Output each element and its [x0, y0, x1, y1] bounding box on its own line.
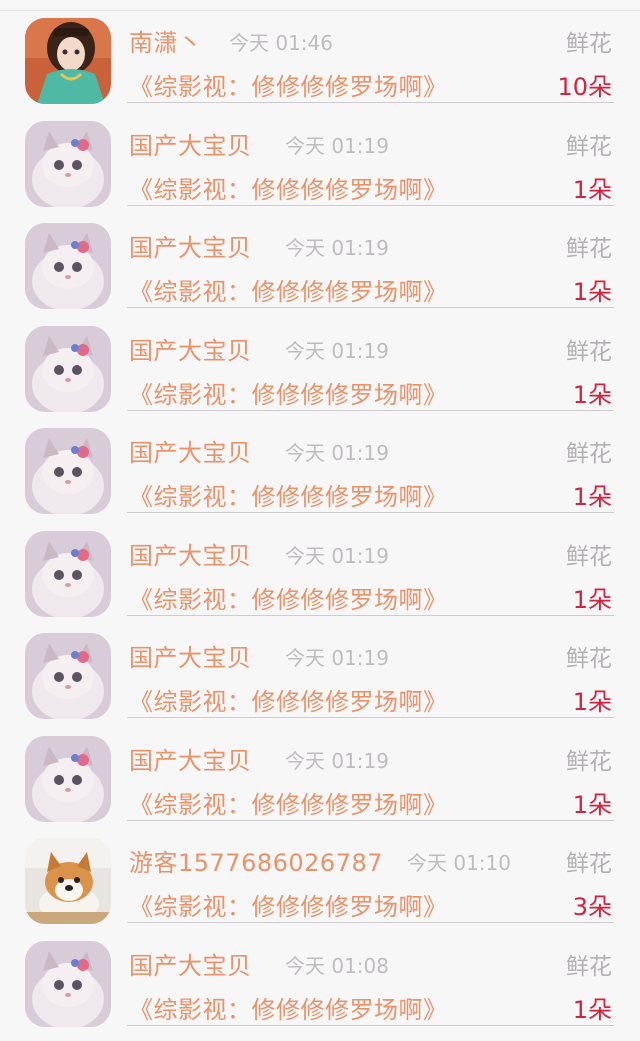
gift-type: 鲜花: [566, 646, 612, 672]
gift-count: 1朵: [572, 175, 612, 204]
send-time: 今天 01:19: [285, 543, 389, 568]
book-title[interactable]: 《综影视：修修修修罗场啊》: [129, 785, 448, 820]
sender-name[interactable]: 国产大宝贝: [129, 741, 252, 776]
row-divider: [127, 204, 614, 206]
sender-name[interactable]: 国产大宝贝: [129, 946, 252, 981]
book-title[interactable]: 《综影视：修修修修罗场啊》: [129, 580, 448, 615]
list-item[interactable]: 国产大宝贝 今天 01:19 鲜花 《综影视：修修修修罗场啊》 1朵: [0, 119, 640, 222]
list-item[interactable]: 国产大宝贝 今天 01:19 鲜花 《综影视：修修修修罗场啊》 1朵: [0, 221, 640, 324]
sender-name[interactable]: 国产大宝贝: [129, 638, 252, 673]
list-item[interactable]: 国产大宝贝 今天 01:19 鲜花 《综影视：修修修修罗场啊》 1朵: [0, 734, 640, 837]
gift-record-list: 南潇丶 今天 01:46 鲜花 《综影视：修修修修罗场啊》 10朵 国产大宝贝 …: [0, 16, 640, 1041]
kitten-avatar[interactable]: [25, 633, 111, 719]
sender-name[interactable]: 国产大宝贝: [129, 536, 252, 571]
row-divider: [127, 922, 614, 923]
book-title[interactable]: 《综影视：修修修修罗场啊》: [129, 375, 448, 410]
sender-name[interactable]: 国产大宝贝: [129, 228, 252, 263]
kitten-avatar[interactable]: [25, 223, 111, 309]
kitten-avatar[interactable]: [25, 428, 111, 514]
kitten-avatar[interactable]: [25, 735, 111, 822]
row-divider: [127, 819, 614, 821]
send-time: 今天 01:19: [285, 441, 389, 465]
send-time: 今天 01:08: [285, 953, 389, 978]
gift-type: 鲜花: [566, 338, 612, 365]
sender-name[interactable]: 游客1577686026787: [129, 843, 383, 878]
gift-type: 鲜花: [566, 543, 612, 570]
send-time: 今天 01:19: [285, 236, 389, 260]
gift-type: 鲜花: [566, 31, 612, 57]
gift-count: 1朵: [572, 585, 612, 614]
sender-name[interactable]: 国产大宝贝: [129, 126, 252, 161]
list-item[interactable]: 国产大宝贝 今天 01:19 鲜花 《综影视：修修修修罗场啊》 1朵: [0, 529, 640, 632]
top-divider: [0, 10, 640, 11]
row-divider: [127, 1024, 614, 1026]
send-time: 今天 01:19: [285, 338, 389, 363]
row-divider: [127, 409, 614, 411]
gift-type: 鲜花: [566, 133, 612, 160]
list-item[interactable]: 游客1577686026787 今天 01:10 鲜花 《综影视：修修修修罗场啊…: [0, 836, 640, 939]
shiba-avatar[interactable]: [25, 838, 111, 924]
list-item[interactable]: 国产大宝贝 今天 01:19 鲜花 《综影视：修修修修罗场啊》 1朵: [0, 426, 640, 529]
gift-type: 鲜花: [566, 953, 612, 980]
kitten-avatar[interactable]: [25, 325, 111, 412]
book-title[interactable]: 《综影视：修修修修罗场啊》: [129, 170, 448, 205]
gift-count: 10朵: [557, 73, 612, 101]
book-title[interactable]: 《综影视：修修修修罗场啊》: [129, 272, 448, 307]
book-title[interactable]: 《综影视：修修修修罗场啊》: [129, 990, 448, 1025]
gift-type: 鲜花: [566, 236, 612, 262]
list-item[interactable]: 南潇丶 今天 01:46 鲜花 《综影视：修修修修罗场啊》 10朵: [0, 16, 640, 119]
list-item[interactable]: 国产大宝贝 今天 01:19 鲜花 《综影视：修修修修罗场啊》 1朵: [0, 631, 640, 734]
row-divider: [127, 307, 614, 308]
gift-count: 1朵: [572, 688, 612, 716]
gift-count: 1朵: [572, 790, 612, 819]
sender-name[interactable]: 国产大宝贝: [129, 331, 252, 366]
sender-name[interactable]: 国产大宝贝: [129, 433, 252, 468]
row-divider: [127, 512, 614, 513]
book-title[interactable]: 《综影视：修修修修罗场啊》: [129, 682, 448, 717]
send-time: 今天 01:19: [285, 748, 389, 773]
gift-count: 3朵: [572, 893, 612, 921]
list-item[interactable]: 国产大宝贝 今天 01:08 鲜花 《综影视：修修修修罗场啊》 1朵: [0, 939, 640, 1041]
book-title[interactable]: 《综影视：修修修修罗场啊》: [129, 67, 448, 102]
sender-name[interactable]: 南潇丶: [129, 23, 203, 58]
doll-avatar[interactable]: [25, 18, 111, 104]
gift-count: 1朵: [572, 483, 612, 511]
row-divider: [127, 102, 614, 103]
kitten-avatar[interactable]: [25, 940, 111, 1027]
gift-type: 鲜花: [566, 441, 612, 467]
book-title[interactable]: 《综影视：修修修修罗场啊》: [129, 887, 448, 922]
gift-count: 1朵: [572, 278, 612, 306]
book-title[interactable]: 《综影视：修修修修罗场啊》: [129, 477, 448, 512]
kitten-avatar[interactable]: [25, 530, 111, 617]
gift-type: 鲜花: [566, 748, 612, 775]
gift-count: 1朵: [572, 380, 612, 409]
list-item[interactable]: 国产大宝贝 今天 01:19 鲜花 《综影视：修修修修罗场啊》 1朵: [0, 324, 640, 427]
send-time: 今天 01:19: [285, 646, 389, 670]
send-time: 今天 01:10: [407, 851, 511, 875]
gift-count: 1朵: [572, 995, 612, 1024]
send-time: 今天 01:46: [229, 31, 333, 55]
send-time: 今天 01:19: [285, 133, 389, 158]
kitten-avatar[interactable]: [25, 120, 111, 207]
gift-type: 鲜花: [566, 851, 612, 877]
row-divider: [127, 614, 614, 616]
row-divider: [127, 717, 614, 718]
